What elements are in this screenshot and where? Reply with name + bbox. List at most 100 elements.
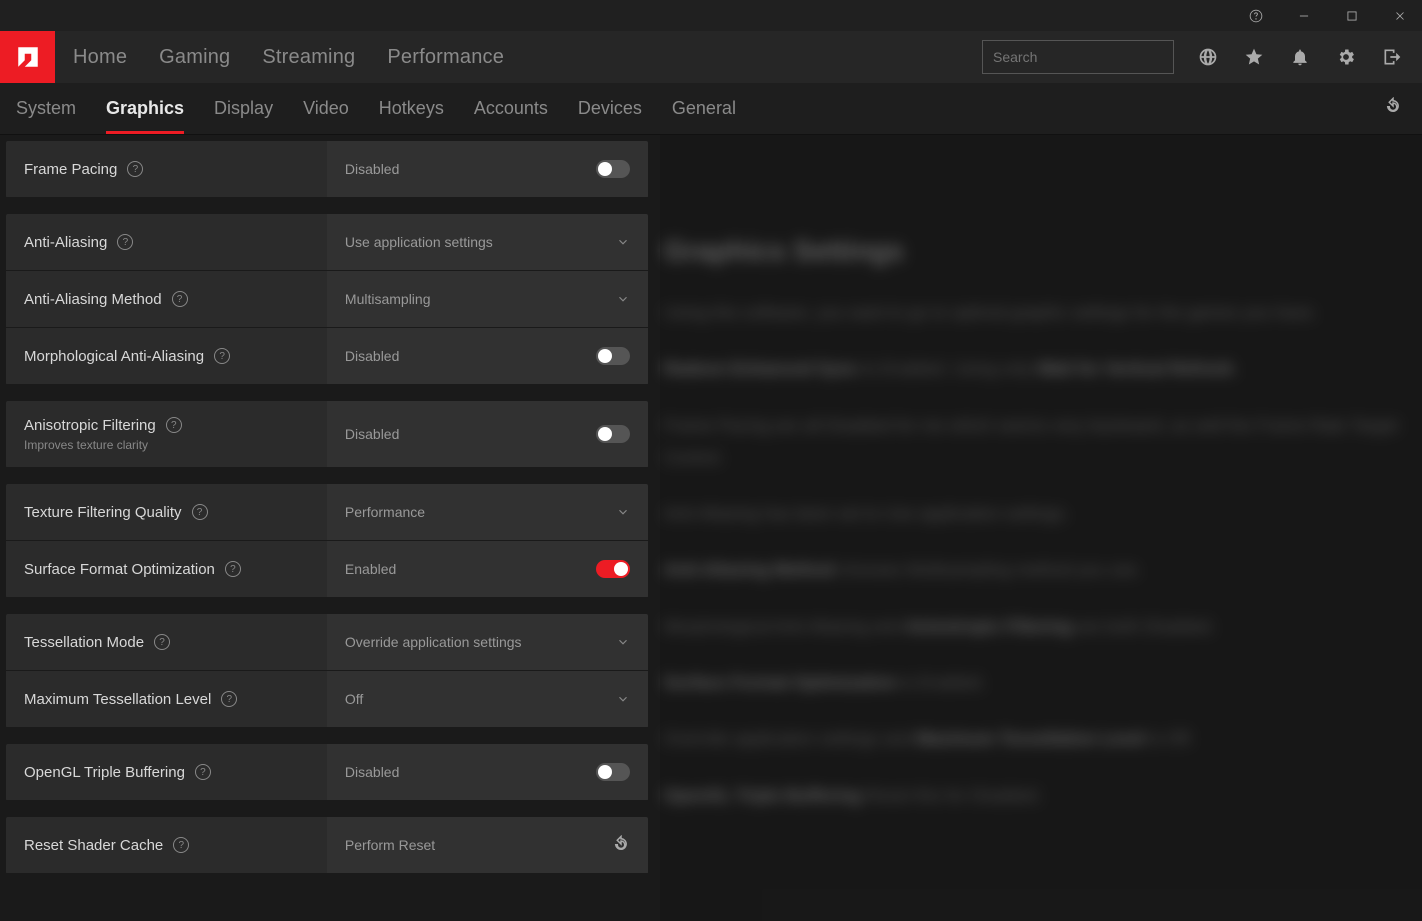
nav-tab-gaming[interactable]: Gaming [159, 46, 230, 69]
setting-row: Frame Pacing?Disabled [6, 141, 648, 197]
search-input[interactable] [982, 40, 1174, 74]
chevron-down-icon [616, 505, 630, 519]
setting-row: OpenGL Triple Buffering? Disabled [6, 744, 648, 800]
reset-icon[interactable] [612, 835, 630, 856]
setting-label-cell: Anti-Aliasing Method? [6, 271, 327, 327]
help-icon[interactable]: ? [127, 161, 143, 177]
setting-label: Morphological Anti-Aliasing [24, 348, 204, 365]
chevron-down-icon [616, 292, 630, 306]
setting-label-cell: Maximum Tessellation Level? [6, 671, 327, 727]
setting-label: Texture Filtering Quality [24, 504, 182, 521]
subnav-tab-devices[interactable]: Devices [578, 98, 642, 119]
setting-value-cell[interactable]: Perform Reset [327, 817, 648, 873]
maximize-icon[interactable] [1338, 2, 1366, 30]
reset-icon[interactable] [1384, 97, 1402, 120]
help-icon[interactable]: ? [166, 417, 182, 433]
setting-value-cell[interactable]: Multisampling [327, 271, 648, 327]
setting-label-cell: Frame Pacing? [6, 141, 327, 197]
subnav-tab-video[interactable]: Video [303, 98, 349, 119]
minimize-icon[interactable] [1290, 2, 1318, 30]
help-icon[interactable]: ? [172, 291, 188, 307]
setting-value-cell[interactable]: Enabled [327, 541, 648, 597]
setting-value-cell[interactable]: Use application settings [327, 214, 648, 270]
nav-tab-home[interactable]: Home [73, 46, 127, 69]
setting-label: Tessellation Mode [24, 634, 144, 651]
nav-tab-performance[interactable]: Performance [387, 46, 504, 69]
exit-icon[interactable] [1380, 45, 1404, 69]
setting-value: Use application settings [345, 234, 493, 250]
setting-label: Reset Shader Cache [24, 837, 163, 854]
help-icon[interactable]: ? [221, 691, 237, 707]
settings-subnav: System Graphics Display Video Hotkeys Account… [0, 83, 1422, 135]
setting-label-cell: Tessellation Mode? [6, 614, 327, 670]
setting-row: Tessellation Mode? Override application s… [6, 614, 648, 670]
help-icon[interactable]: ? [192, 504, 208, 520]
setting-label: Anti-Aliasing Method [24, 291, 162, 308]
subnav-tab-accounts[interactable]: Accounts [474, 98, 548, 119]
star-icon[interactable] [1242, 45, 1266, 69]
setting-label: Maximum Tessellation Level [24, 691, 211, 708]
subnav-tab-general[interactable]: General [672, 98, 736, 119]
setting-value: Disabled [345, 764, 399, 780]
setting-label: Anti-Aliasing [24, 234, 107, 251]
setting-row: Anti-Aliasing? Use application settings [6, 214, 648, 270]
setting-value: Off [345, 691, 363, 707]
subnav-tab-hotkeys[interactable]: Hotkeys [379, 98, 444, 119]
setting-label-cell: Texture Filtering Quality? [6, 484, 327, 540]
subnav-tab-display[interactable]: Display [214, 98, 273, 119]
help-icon[interactable]: ? [154, 634, 170, 650]
help-icon[interactable]: ? [173, 837, 189, 853]
setting-label: OpenGL Triple Buffering [24, 764, 185, 781]
setting-label-cell: Morphological Anti-Aliasing? [6, 328, 327, 384]
gear-icon[interactable] [1334, 45, 1358, 69]
nav-tab-streaming[interactable]: Streaming [262, 46, 355, 69]
top-nav: Home Gaming Streaming Performance [0, 31, 1422, 83]
chevron-down-icon [616, 692, 630, 706]
help-heading: Graphics Settings [664, 235, 1402, 267]
setting-label-cell: Surface Format Optimization? [6, 541, 327, 597]
toggle-switch[interactable] [596, 560, 630, 578]
setting-value-cell[interactable]: Disabled [327, 141, 648, 197]
setting-value: Performance [345, 504, 425, 520]
help-icon[interactable] [1242, 2, 1270, 30]
setting-value: Perform Reset [345, 837, 435, 853]
setting-row: Maximum Tessellation Level? Off [6, 671, 648, 727]
setting-sublabel: Improves texture clarity [24, 438, 327, 452]
setting-value: Override application settings [345, 634, 522, 650]
toggle-switch[interactable] [596, 763, 630, 781]
setting-value-cell[interactable]: Override application settings [327, 614, 648, 670]
setting-label: Frame Pacing [24, 161, 117, 178]
setting-label-cell: Reset Shader Cache? [6, 817, 327, 873]
subnav-tab-graphics[interactable]: Graphics [106, 98, 184, 119]
settings-list: Frame Pacing?DisabledAnti-Aliasing?Use a… [0, 135, 654, 921]
help-icon[interactable]: ? [225, 561, 241, 577]
setting-row: Texture Filtering Quality? Performance [6, 484, 648, 540]
setting-value-cell[interactable]: Off [327, 671, 648, 727]
help-icon[interactable]: ? [117, 234, 133, 250]
globe-icon[interactable] [1196, 45, 1220, 69]
setting-row: Surface Format Optimization?Enabled [6, 541, 648, 597]
toggle-switch[interactable] [596, 347, 630, 365]
subnav-tab-system[interactable]: System [16, 98, 76, 119]
close-icon[interactable] [1386, 2, 1414, 30]
setting-value-cell[interactable]: Performance [327, 484, 648, 540]
setting-label-cell: Anti-Aliasing? [6, 214, 327, 270]
help-icon[interactable]: ? [214, 348, 230, 364]
setting-row: Anisotropic Filtering? Improves texture c… [6, 401, 648, 467]
setting-value-cell[interactable]: Disabled [327, 744, 648, 800]
chevron-down-icon [616, 235, 630, 249]
setting-label: Anisotropic Filtering [24, 417, 156, 434]
toggle-switch[interactable] [596, 160, 630, 178]
amd-logo[interactable] [0, 31, 55, 83]
setting-value: Disabled [345, 426, 399, 442]
setting-row: Reset Shader Cache? Perform Reset [6, 817, 648, 873]
setting-value-cell[interactable]: Disabled [327, 328, 648, 384]
setting-value-cell[interactable]: Disabled [327, 401, 648, 467]
bell-icon[interactable] [1288, 45, 1312, 69]
help-panel: Graphics Settings Using this software, y… [654, 135, 1422, 921]
help-icon[interactable]: ? [195, 764, 211, 780]
setting-row: Anti-Aliasing Method?Multisampling [6, 271, 648, 327]
setting-label-cell: OpenGL Triple Buffering? [6, 744, 327, 800]
window-titlebar [0, 0, 1422, 31]
toggle-switch[interactable] [596, 425, 630, 443]
